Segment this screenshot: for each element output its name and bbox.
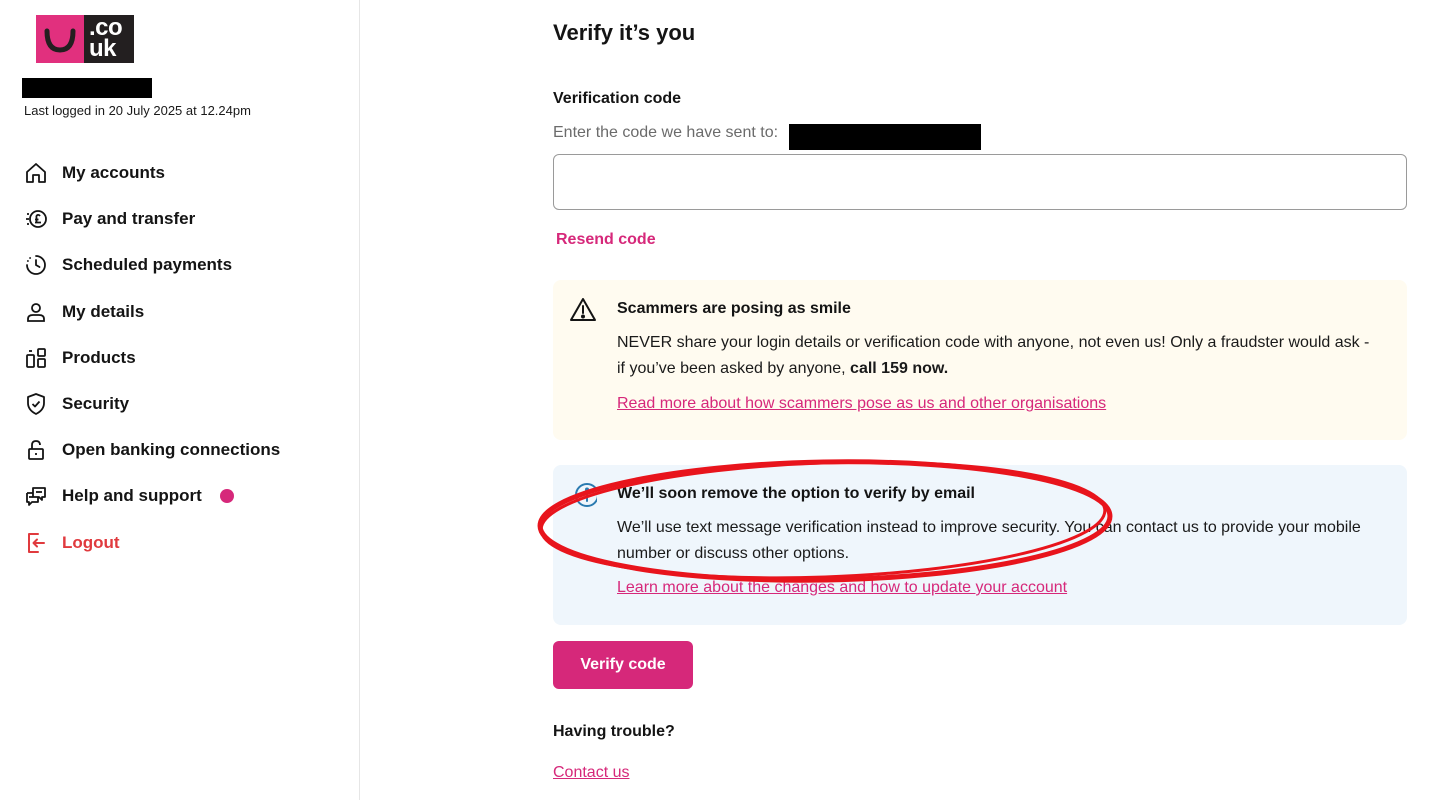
sidebar-item-label: Logout bbox=[62, 532, 120, 552]
chat-icon bbox=[22, 482, 50, 510]
smile-logo[interactable]: .co uk bbox=[36, 15, 134, 63]
last-login-text: Last logged in 20 July 2025 at 12.24pm bbox=[24, 103, 251, 118]
sidebar-item-label: Pay and transfer bbox=[62, 209, 196, 229]
sidebar-item-logout[interactable]: Logout bbox=[22, 520, 280, 566]
verification-code-label: Verification code bbox=[553, 90, 682, 107]
sidebar-nav: My accounts Pay and transfer Scheduled p… bbox=[22, 150, 280, 566]
sidebar-item-label: My accounts bbox=[62, 163, 165, 183]
scam-warning-panel: Scammers are posing as smile NEVER share… bbox=[553, 280, 1407, 440]
notification-dot bbox=[219, 489, 234, 504]
warning-triangle-icon bbox=[569, 296, 597, 324]
sidebar-item-products[interactable]: Products bbox=[22, 335, 280, 381]
scam-warning-body: NEVER share your login details or verifi… bbox=[617, 330, 1377, 382]
sidebar-item-my-details[interactable]: My details bbox=[22, 289, 280, 335]
logo-domain-text: .co uk bbox=[84, 15, 134, 63]
smile-logo-icon bbox=[36, 15, 84, 63]
sidebar-item-label: Security bbox=[62, 394, 130, 414]
info-icon bbox=[569, 481, 599, 509]
scam-warning-text: NEVER share your login details or verifi… bbox=[617, 334, 1370, 377]
sidebar-item-scheduled-payments[interactable]: Scheduled payments bbox=[22, 242, 280, 288]
shield-check-icon bbox=[22, 390, 50, 418]
sidebar: .co uk Last logged in 20 July 2025 at 12… bbox=[0, 0, 360, 800]
sidebar-item-label: Scheduled payments bbox=[62, 255, 233, 275]
sidebar-item-label: Open banking connections bbox=[62, 440, 281, 460]
sidebar-item-label: Help and support bbox=[62, 486, 202, 506]
learn-more-link[interactable]: Learn more about the changes and how to … bbox=[617, 579, 1067, 597]
sidebar-item-security[interactable]: Security bbox=[22, 381, 280, 427]
unlocked-padlock-icon bbox=[22, 436, 50, 464]
email-verification-info-panel: We’ll soon remove the option to verify b… bbox=[553, 465, 1407, 625]
info-panel-body: We’ll use text message verification inst… bbox=[617, 519, 1361, 562]
person-icon bbox=[22, 298, 50, 326]
logout-icon bbox=[22, 529, 50, 557]
sidebar-item-pay-and-transfer[interactable]: Pay and transfer bbox=[22, 196, 280, 242]
contact-us-link[interactable]: Contact us bbox=[553, 764, 629, 782]
having-trouble-heading: Having trouble? bbox=[553, 723, 675, 740]
info-panel-title: We’ll soon remove the option to verify b… bbox=[617, 485, 975, 502]
sidebar-item-help-and-support[interactable]: Help and support bbox=[22, 473, 280, 519]
scam-info-link[interactable]: Read more about how scammers pose as us … bbox=[617, 395, 1106, 413]
page-title: Verify it’s you bbox=[553, 20, 696, 45]
sidebar-item-open-banking[interactable]: Open banking connections bbox=[22, 427, 280, 473]
redacted-email bbox=[789, 124, 981, 150]
verification-hint: Enter the code we have sent to: bbox=[553, 124, 779, 141]
sidebar-item-my-accounts[interactable]: My accounts bbox=[22, 150, 280, 196]
pound-transfer-icon bbox=[22, 205, 50, 233]
resend-code-link[interactable]: Resend code bbox=[556, 231, 656, 249]
sidebar-item-label: My details bbox=[62, 301, 145, 321]
scam-warning-title: Scammers are posing as smile bbox=[617, 300, 851, 317]
verification-code-input[interactable] bbox=[553, 154, 1407, 210]
products-icon bbox=[22, 344, 50, 372]
sidebar-item-label: Products bbox=[62, 347, 136, 367]
scam-warning-emphasis: call 159 now. bbox=[850, 360, 949, 377]
home-icon bbox=[22, 159, 50, 187]
clock-icon bbox=[22, 251, 50, 279]
redacted-username bbox=[22, 78, 152, 98]
verify-code-button[interactable]: Verify code bbox=[553, 641, 693, 689]
